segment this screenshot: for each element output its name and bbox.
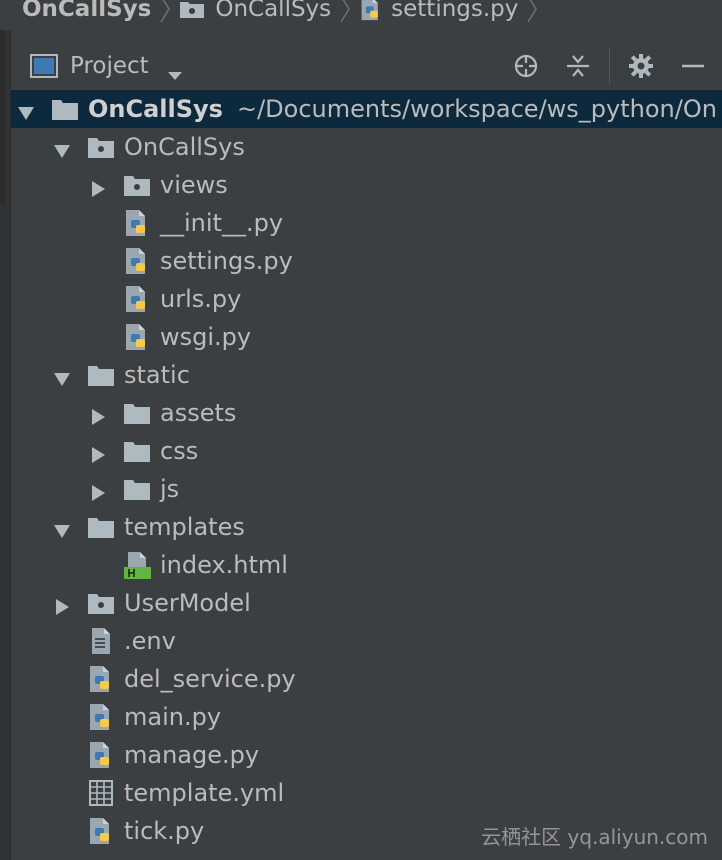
tree-item-file[interactable]: settings.py bbox=[11, 242, 722, 280]
toolbar-divider bbox=[609, 48, 610, 84]
tree-item-file[interactable]: index.html bbox=[11, 546, 722, 584]
chevron-right-icon bbox=[524, 0, 540, 24]
folder-icon bbox=[123, 437, 151, 465]
tree-item-file[interactable]: del_service.py bbox=[11, 660, 722, 698]
breadcrumb-label: settings.py bbox=[391, 0, 519, 22]
breadcrumb-label: OnCallSys bbox=[215, 0, 332, 22]
tree-item-label: views bbox=[160, 171, 228, 199]
tree-item-folder[interactable]: views bbox=[11, 166, 722, 204]
tree-item-file[interactable]: urls.py bbox=[11, 280, 722, 318]
tree-root-label: OnCallSys ~/Documents/workspace/ws_python… bbox=[88, 95, 717, 123]
tree-item-label: templates bbox=[124, 513, 245, 541]
tree-item-folder[interactable]: static bbox=[11, 356, 722, 394]
python-file-icon bbox=[123, 247, 151, 275]
folder-icon bbox=[123, 475, 151, 503]
tree-item-label: css bbox=[160, 437, 199, 465]
folder-icon bbox=[87, 361, 115, 389]
folder-icon bbox=[123, 399, 151, 427]
folder-icon bbox=[179, 0, 205, 19]
tree-item-label: static bbox=[124, 361, 190, 389]
python-file-icon bbox=[123, 285, 151, 313]
python-file-icon bbox=[87, 665, 115, 693]
yaml-file-icon bbox=[87, 779, 115, 807]
package-folder-icon bbox=[87, 133, 115, 161]
tree-item-file[interactable]: manage.py bbox=[11, 736, 722, 774]
tree-item-label: urls.py bbox=[160, 285, 242, 313]
gear-icon[interactable] bbox=[626, 51, 656, 81]
breadcrumb: OnCallSys OnCallSys settings.py bbox=[0, 0, 722, 30]
tree-item-package[interactable]: UserModel bbox=[11, 584, 722, 622]
tree-item-label: index.html bbox=[160, 551, 288, 579]
python-file-icon bbox=[123, 209, 151, 237]
gutter-marker bbox=[0, 30, 5, 205]
tree-item-file[interactable]: wsgi.py bbox=[11, 318, 722, 356]
tree-item-package[interactable]: OnCallSys bbox=[11, 128, 722, 166]
tree-item-label: main.py bbox=[124, 703, 222, 731]
tree-item-folder[interactable]: assets bbox=[11, 394, 722, 432]
python-file-icon bbox=[87, 817, 115, 845]
watermark: 云栖社区 yq.aliyun.com bbox=[481, 825, 708, 849]
collapse-all-icon[interactable] bbox=[563, 51, 593, 81]
collapsed-arrow-icon[interactable] bbox=[89, 404, 107, 425]
minimize-icon[interactable] bbox=[678, 51, 708, 81]
tree-item-label: wsgi.py bbox=[160, 323, 252, 351]
project-panel-header: Project bbox=[11, 40, 722, 92]
project-tree: OnCallSys ~/Documents/workspace/ws_python… bbox=[11, 90, 722, 860]
tree-item-label: del_service.py bbox=[124, 665, 296, 693]
chevron-right-icon bbox=[157, 0, 173, 24]
panel-toolbar bbox=[511, 40, 722, 92]
ide-window: OnCallSys OnCallSys settings.py Project … bbox=[0, 0, 722, 860]
breadcrumb-label: OnCallSys bbox=[22, 0, 152, 22]
collapsed-arrow-icon[interactable] bbox=[89, 442, 107, 463]
python-file-icon bbox=[87, 741, 115, 769]
tree-item-label: tick.py bbox=[124, 817, 205, 845]
tree-item-label: .env bbox=[124, 627, 176, 655]
project-window-icon bbox=[30, 54, 58, 78]
python-file-icon bbox=[123, 323, 151, 351]
chevron-right-icon bbox=[337, 0, 353, 24]
html-file-icon bbox=[123, 551, 152, 579]
caret-down-icon[interactable] bbox=[167, 61, 183, 80]
expanded-arrow-icon[interactable] bbox=[53, 366, 71, 386]
tree-item-label: __init__.py bbox=[160, 209, 284, 237]
tree-item-folder[interactable]: templates bbox=[11, 508, 722, 546]
project-folder-icon bbox=[51, 95, 79, 123]
breadcrumb-item-file[interactable]: settings.py bbox=[359, 0, 518, 24]
tree-item-file[interactable]: template.yml bbox=[11, 774, 722, 812]
tree-row-root[interactable]: OnCallSys ~/Documents/workspace/ws_python… bbox=[11, 90, 722, 128]
project-path: ~/Documents/workspace/ws_python/On bbox=[236, 95, 717, 123]
tree-item-label: OnCallSys bbox=[124, 133, 245, 161]
python-file-icon bbox=[359, 0, 383, 21]
tree-item-folder[interactable]: css bbox=[11, 432, 722, 470]
tree-item-file[interactable]: .env bbox=[11, 622, 722, 660]
breadcrumb-item-package[interactable]: OnCallSys bbox=[179, 0, 331, 24]
package-folder-icon bbox=[87, 589, 115, 617]
tree-item-label: js bbox=[160, 475, 180, 503]
tree-item-file[interactable]: main.py bbox=[11, 698, 722, 736]
folder-icon bbox=[87, 513, 115, 541]
expanded-arrow-icon[interactable] bbox=[17, 100, 35, 120]
tree-item-label: manage.py bbox=[124, 741, 260, 769]
collapsed-arrow-icon[interactable] bbox=[53, 594, 71, 615]
python-file-icon bbox=[87, 703, 115, 731]
expanded-arrow-icon[interactable] bbox=[53, 518, 71, 538]
project-name: OnCallSys bbox=[88, 95, 223, 123]
collapsed-arrow-icon[interactable] bbox=[89, 176, 107, 197]
collapsed-arrow-icon[interactable] bbox=[89, 480, 107, 501]
text-file-icon bbox=[87, 627, 115, 655]
breadcrumb-item-project[interactable]: OnCallSys bbox=[0, 0, 151, 24]
tree-item-file[interactable]: __init__.py bbox=[11, 204, 722, 242]
project-view-selector[interactable]: Project bbox=[70, 53, 149, 79]
tree-item-label: settings.py bbox=[160, 247, 293, 275]
tree-item-folder[interactable]: js bbox=[11, 470, 722, 508]
tree-item-label: template.yml bbox=[124, 779, 285, 807]
package-folder-icon bbox=[123, 171, 151, 199]
expanded-arrow-icon[interactable] bbox=[53, 138, 71, 158]
next-row-peek bbox=[60, 852, 300, 860]
tree-item-label: assets bbox=[160, 399, 237, 427]
tree-item-label: UserModel bbox=[124, 589, 251, 617]
locate-file-icon[interactable] bbox=[511, 51, 541, 81]
